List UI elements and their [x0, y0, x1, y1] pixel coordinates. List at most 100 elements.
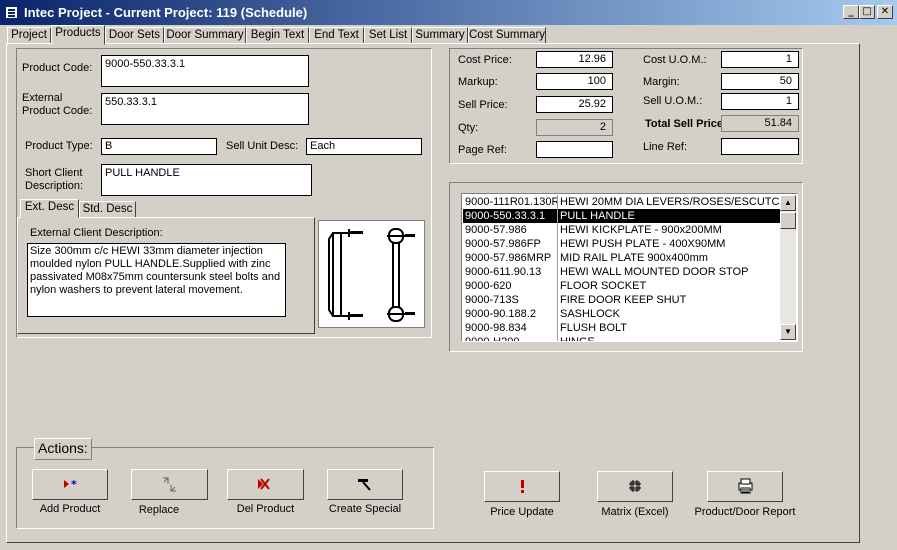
- tab-door-sets[interactable]: Door Sets: [105, 27, 164, 44]
- list-item[interactable]: 9000-57.986FP HEWI PUSH PLATE - 400X90MM: [463, 237, 783, 251]
- list-item-code: 9000-111R01.130R: [465, 196, 557, 208]
- page-ref-label: Page Ref:: [458, 144, 507, 156]
- list-item-code: 9000-620: [465, 280, 512, 292]
- list-item-code: 9000-57.986MRP: [465, 252, 552, 264]
- pull-handle-drawing: [328, 228, 415, 322]
- qty-field: 2: [536, 119, 613, 136]
- replace-button[interactable]: [131, 469, 208, 500]
- matrix-excel-button[interactable]: [597, 471, 673, 502]
- column-separator: [557, 223, 558, 237]
- product-list[interactable]: 9000-111R01.130R HEWI 20MM DIA LEVERS/ROS…: [461, 193, 798, 342]
- line-ref-field[interactable]: [721, 138, 799, 155]
- list-scrollbar[interactable]: ▲ ▼: [780, 195, 796, 340]
- list-item-description: HEWI WALL MOUNTED DOOR STOP: [560, 266, 749, 278]
- maximize-button[interactable]: □: [859, 5, 875, 19]
- hammer-icon: [358, 479, 371, 491]
- sell-uom-field[interactable]: 1: [721, 93, 799, 110]
- line-ref-label: Line Ref:: [643, 141, 688, 153]
- list-item-description: HEWI KICKPLATE - 900x200MM: [560, 224, 722, 236]
- cost-uom-field[interactable]: 1: [721, 51, 799, 68]
- external-client-description-label: External Client Description:: [30, 227, 163, 239]
- list-item-description: HINGE: [560, 336, 595, 342]
- tab-products[interactable]: Products: [51, 25, 105, 45]
- list-item-description: SASHLOCK: [560, 308, 620, 320]
- markup-field[interactable]: 100: [536, 73, 613, 90]
- tab-std-desc[interactable]: Std. Desc: [79, 201, 136, 218]
- list-item[interactable]: 9000-57.986MRP MID RAIL PLATE 900x400mm: [463, 251, 783, 265]
- list-item[interactable]: 9000-713S FIRE DOOR KEEP SHUT: [463, 293, 783, 307]
- del-product-label: Del Product: [236, 503, 295, 515]
- sell-price-field[interactable]: 25.92: [536, 96, 613, 113]
- sell-unit-desc-field[interactable]: Each: [306, 138, 422, 155]
- sell-unit-desc-label: Sell Unit Desc:: [226, 140, 299, 152]
- cost-uom-label: Cost U.O.M.:: [643, 54, 707, 66]
- matrix-icon: [629, 480, 641, 492]
- markup-label: Markup:: [458, 76, 498, 88]
- tab-ext-desc[interactable]: Ext. Desc: [20, 199, 79, 218]
- column-separator: [557, 237, 558, 251]
- total-sell-price-field: 51.84: [721, 115, 799, 132]
- sell-price-label: Sell Price:: [458, 99, 508, 111]
- del-product-button[interactable]: [227, 469, 304, 500]
- tab-end-text[interactable]: End Text: [309, 27, 364, 44]
- window-title: Intec Project - Current Project: 119 (Sc…: [24, 5, 308, 20]
- list-item-code: 9000-98.834: [465, 322, 527, 334]
- product-code-field[interactable]: 9000-550.33.3.1: [101, 55, 309, 87]
- list-item-description: MID RAIL PLATE 900x400mm: [560, 252, 708, 264]
- tab-cost-summary[interactable]: Cost Summary: [468, 27, 546, 44]
- margin-label: Margin:: [643, 76, 680, 88]
- add-product-button[interactable]: *: [32, 469, 108, 500]
- list-item-description: HEWI 20MM DIA LEVERS/ROSES/ESCUTCHEONS: [560, 196, 784, 208]
- list-item[interactable]: 9000-90.188.2 SASHLOCK: [463, 307, 783, 321]
- column-separator: [557, 335, 558, 341]
- matrix-excel-label: Matrix (Excel): [601, 506, 669, 518]
- tab-begin-text[interactable]: Begin Text: [246, 27, 309, 44]
- scroll-up-button[interactable]: ▲: [780, 195, 796, 211]
- replace-label: Replace: [138, 504, 180, 516]
- create-special-label: Create Special: [328, 503, 402, 515]
- column-separator: [557, 195, 558, 209]
- product-image: [318, 220, 425, 328]
- list-item[interactable]: 9000-611.90.13 HEWI WALL MOUNTED DOOR STO…: [463, 265, 783, 279]
- external-product-code-label: External Product Code:: [22, 92, 93, 117]
- list-item-description: FIRE DOOR KEEP SHUT: [560, 294, 687, 306]
- create-special-button[interactable]: [327, 469, 403, 500]
- column-separator: [557, 293, 558, 307]
- short-client-description-field[interactable]: PULL HANDLE: [101, 164, 312, 196]
- list-item[interactable]: 9000-111R01.130R HEWI 20MM DIA LEVERS/ROS…: [463, 195, 784, 209]
- add-product-label: Add Product: [39, 503, 101, 515]
- cost-price-field[interactable]: 12.96: [536, 51, 613, 68]
- column-separator: [557, 209, 558, 223]
- tab-project[interactable]: Project: [7, 27, 51, 44]
- external-client-description-field[interactable]: Size 300mm c/c HEWI 33mm diameter inject…: [27, 243, 286, 317]
- list-item-description: HEWI PUSH PLATE - 400X90MM: [560, 238, 726, 250]
- price-update-button[interactable]: [484, 471, 560, 502]
- column-separator: [557, 321, 558, 335]
- svg-text:*: *: [71, 478, 77, 491]
- list-item[interactable]: 9000-98.834 FLUSH BOLT: [463, 321, 783, 335]
- product-door-report-button[interactable]: [707, 471, 783, 502]
- product-code-label: Product Code:: [22, 62, 93, 74]
- add-product-icon: *: [64, 478, 77, 491]
- list-item-code: 9000-H200: [465, 336, 520, 342]
- close-button[interactable]: ✕: [877, 5, 893, 19]
- list-item-code: 9000-90.188.2: [465, 308, 536, 320]
- product-type-field[interactable]: B: [101, 138, 217, 155]
- page-ref-field[interactable]: [536, 141, 613, 158]
- scroll-thumb[interactable]: [780, 212, 796, 229]
- list-item[interactable]: 9000-550.33.3.1 PULL HANDLE: [463, 209, 783, 223]
- list-item-code: 9000-611.90.13: [465, 266, 542, 278]
- tab-set-list[interactable]: Set List: [364, 27, 412, 44]
- list-item[interactable]: 9000-620 FLOOR SOCKET: [463, 279, 783, 293]
- minimize-button[interactable]: _: [843, 5, 859, 19]
- tab-summary[interactable]: Summary: [412, 27, 468, 44]
- scroll-down-button[interactable]: ▼: [780, 324, 796, 340]
- list-item-description: FLOOR SOCKET: [560, 280, 647, 292]
- replace-icon: [163, 477, 176, 492]
- delete-icon: [258, 478, 270, 490]
- list-item[interactable]: 9000-H200 HINGE: [463, 335, 783, 342]
- margin-field[interactable]: 50: [721, 73, 799, 90]
- external-product-code-field[interactable]: 550.33.3.1: [101, 93, 309, 125]
- list-item[interactable]: 9000-57.986 HEWI KICKPLATE - 900x200MM: [463, 223, 783, 237]
- tab-door-summary[interactable]: Door Summary: [164, 27, 246, 44]
